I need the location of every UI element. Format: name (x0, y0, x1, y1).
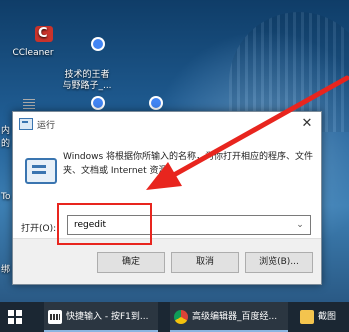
dialog-titlebar[interactable]: 运行 ✕ (13, 112, 321, 136)
dialog-description: Windows 将根据你所输入的名称，为你打开相应的程序、文件夹、文档或 Int… (63, 152, 314, 176)
browse-button[interactable]: 浏览(B)... (245, 252, 313, 273)
cancel-button[interactable]: 取消 (171, 252, 239, 273)
windows-start-icon[interactable] (8, 310, 22, 324)
dialog-title: 运行 (37, 121, 56, 131)
taskbar-item-label: 快捷输入 - 按F1到... (66, 312, 149, 322)
taskbar-item-shortcut-input[interactable]: 快捷输入 - 按F1到... (44, 302, 158, 332)
run-program-icon (25, 158, 57, 184)
run-icon (19, 118, 33, 130)
taskbar: 快捷输入 - 按F1到... 高级编辑器_百度经... 截图 (0, 302, 349, 332)
desktop-fragment: 内 (1, 126, 11, 136)
desktop-icon-ccleaner[interactable]: CCleaner (2, 22, 64, 59)
ok-button[interactable]: 确定 (97, 252, 165, 273)
desktop-icon-chrome-shortcut[interactable]: 技术的王者 与野路子_... (56, 22, 118, 92)
chrome-icon (75, 33, 99, 57)
desktop-icon-label: 技术的王者 与野路子_... (62, 70, 112, 91)
highlight-box (57, 203, 152, 245)
taskbar-item-screenshot[interactable]: 截图 (296, 302, 349, 332)
dialog-body: Windows 将根据你所输入的名称，为你打开相应的程序、文件夹、文档或 Int… (13, 136, 321, 245)
taskbar-item-chrome[interactable]: 高级编辑器_百度经... (170, 302, 288, 332)
desktop-fragment: 绑 (1, 265, 11, 275)
chrome-icon (174, 309, 188, 324)
run-dialog: 运行 ✕ Windows 将根据你所输入的名称，为你打开相应的程序、文件夹、文档… (12, 111, 322, 285)
open-label: 打开(O): (21, 224, 57, 234)
folder-icon (300, 309, 314, 324)
close-icon[interactable]: ✕ (299, 116, 315, 132)
taskbar-item-label: 高级编辑器_百度经... (192, 312, 278, 322)
ccleaner-icon (21, 22, 45, 46)
keyboard-icon (48, 309, 62, 324)
taskbar-item-label: 截图 (318, 312, 337, 322)
desktop-icon-label: CCleaner (12, 48, 54, 58)
desktop-fragment: To (1, 192, 11, 202)
chevron-down-icon[interactable]: ⌄ (294, 218, 306, 232)
desktop-fragment: 的 (1, 139, 11, 149)
